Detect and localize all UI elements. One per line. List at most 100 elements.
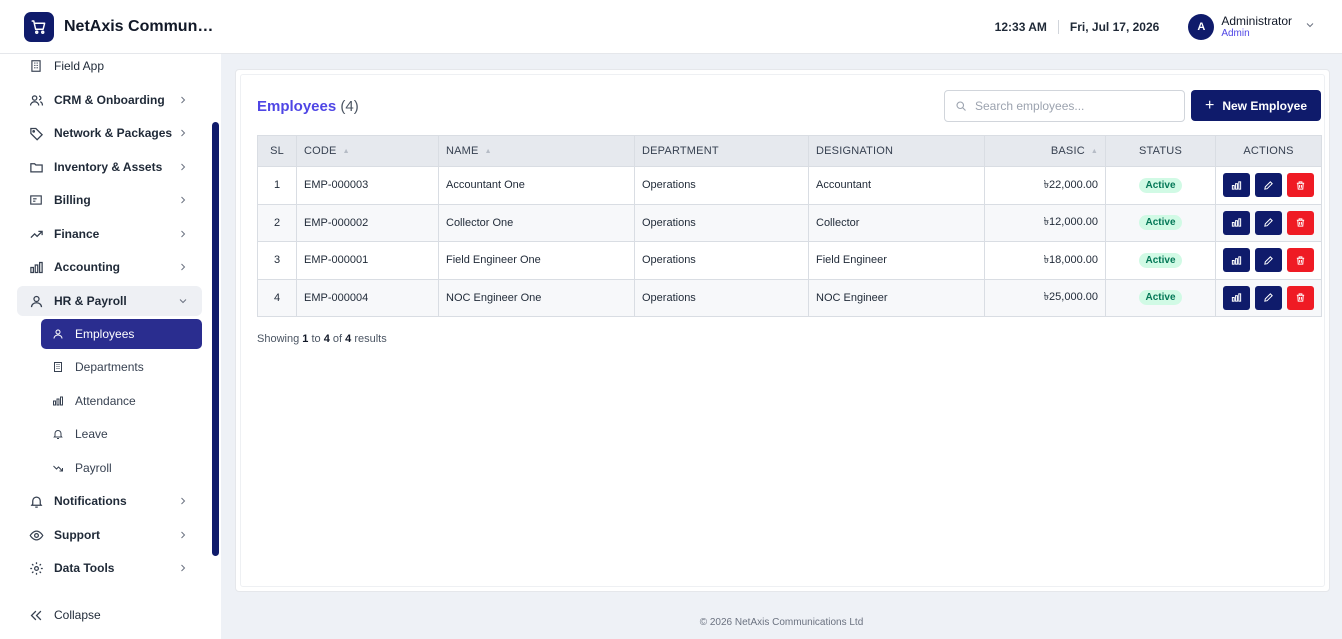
trash-icon [1296, 218, 1305, 227]
sidebar-item-field-app[interactable]: Field App [17, 51, 202, 81]
cell-designation: NOC Engineer [808, 278, 985, 317]
bar-chart-icon [27, 260, 45, 275]
sidebar-item-accounting[interactable]: Accounting [17, 252, 202, 282]
cell-basic: ৳22,000.00 [984, 166, 1106, 205]
col-header-name[interactable]: NAME ▲ [438, 135, 635, 167]
trash-icon [1296, 181, 1305, 190]
status-badge: Active [1139, 252, 1182, 268]
sidebar-subitem-departments[interactable]: Departments [41, 352, 202, 382]
chevron-right-icon [176, 261, 190, 273]
pencil-icon [1264, 293, 1273, 303]
edit-button[interactable] [1255, 248, 1282, 273]
eye-icon [27, 528, 45, 543]
sidebar-item-label: Field App [54, 59, 105, 73]
view-stats-button[interactable] [1223, 248, 1250, 273]
collapse-label: Collapse [54, 608, 101, 622]
sidebar-scrollbar[interactable] [212, 122, 219, 556]
sidebar-subitem-leave[interactable]: Leave [41, 419, 202, 449]
building-icon [51, 361, 65, 373]
building-icon [27, 59, 45, 73]
user-menu[interactable]: Administrator Admin [1221, 13, 1292, 39]
new-employee-button[interactable]: + New Employee [1191, 90, 1321, 121]
sidebar-subitem-attendance[interactable]: Attendance [41, 386, 202, 416]
cell-department: Operations [634, 203, 809, 242]
header-time: 12:33 AM [995, 20, 1059, 34]
cell-basic: ৳25,000.00 [984, 278, 1106, 317]
showing-suffix: results [354, 333, 387, 345]
sidebar-subitem-employees[interactable]: Employees [41, 319, 202, 349]
gear-icon [27, 561, 45, 576]
delete-button[interactable] [1287, 248, 1314, 273]
user-name: Administrator [1221, 13, 1292, 28]
search-box[interactable] [944, 90, 1185, 122]
brand-name: NetAxis Communications [64, 18, 214, 35]
col-header-designation: DESIGNATION [808, 135, 985, 167]
brand[interactable]: NetAxis Communications [24, 12, 214, 42]
cart-icon [24, 12, 54, 42]
cell-actions [1215, 241, 1322, 280]
table-row: 1 EMP-000003 Accountant One Operations A… [257, 166, 1322, 205]
plus-icon: + [1204, 96, 1215, 114]
chevron-down-icon[interactable] [1304, 18, 1316, 36]
page-footer: © 2026 NetAxis Communications Ltd [699, 617, 864, 628]
invoice-icon [27, 193, 45, 207]
sidebar-item-notifications[interactable]: Notifications [17, 486, 202, 516]
sidebar-subitem-payroll[interactable]: Payroll [41, 453, 202, 483]
pencil-icon [1264, 180, 1273, 190]
edit-button[interactable] [1255, 210, 1282, 235]
col-header-name-label: NAME [446, 145, 479, 157]
bell-icon [27, 494, 45, 509]
sidebar-item-hr-payroll[interactable]: HR & Payroll [17, 286, 202, 316]
pencil-icon [1264, 218, 1273, 228]
sidebar-item-label: Inventory & Assets [54, 160, 163, 174]
sidebar: Field App CRM & Onboarding Network & Pac… [0, 54, 221, 639]
cell-code: EMP-000002 [296, 203, 439, 242]
col-header-code[interactable]: CODE ▲ [296, 135, 439, 167]
view-stats-button[interactable] [1223, 173, 1250, 198]
delete-button[interactable] [1287, 210, 1314, 235]
cell-department: Operations [634, 241, 809, 280]
chevron-right-icon [176, 562, 190, 574]
cell-name: NOC Engineer One [438, 278, 635, 317]
tag-icon [27, 126, 45, 141]
page-title-text: Employees [257, 98, 337, 115]
cell-designation: Field Engineer [808, 241, 985, 280]
top-header: NetAxis Communications 12:33 AM Fri, Jul… [0, 0, 1342, 54]
cell-department: Operations [634, 278, 809, 317]
delete-button[interactable] [1287, 285, 1314, 310]
col-header-basic[interactable]: BASIC ▲ [984, 135, 1106, 167]
sidebar-item-crm[interactable]: CRM & Onboarding [17, 85, 202, 115]
cell-status: Active [1105, 278, 1216, 317]
col-header-department: DEPARTMENT [634, 135, 809, 167]
sidebar-item-data-tools[interactable]: Data Tools [17, 553, 202, 583]
edit-button[interactable] [1255, 173, 1282, 198]
col-header-code-label: CODE [304, 145, 337, 157]
delete-button[interactable] [1287, 173, 1314, 198]
double-chevron-left-icon [27, 608, 45, 623]
sidebar-item-network[interactable]: Network & Packages [17, 118, 202, 148]
cell-basic: ৳12,000.00 [984, 203, 1106, 242]
collapse-sidebar-button[interactable]: Collapse [17, 600, 101, 630]
showing-to-word: to [311, 333, 321, 345]
search-input[interactable] [975, 99, 1175, 113]
folder-icon [27, 160, 45, 175]
sort-asc-icon: ▲ [484, 147, 492, 155]
table-header-row: SL CODE ▲ NAME ▲ DEPARTMENT DESIGNATION BA… [257, 135, 1322, 167]
status-badge: Active [1139, 177, 1182, 193]
sidebar-item-support[interactable]: Support [17, 520, 202, 550]
sidebar-item-finance[interactable]: Finance [17, 219, 202, 249]
sidebar-item-label: Network & Packages [54, 126, 173, 140]
view-stats-button[interactable] [1223, 210, 1250, 235]
view-stats-button[interactable] [1223, 285, 1250, 310]
sidebar-item-label: CRM & Onboarding [54, 93, 165, 107]
cell-sl: 4 [257, 278, 297, 317]
showing-from: 1 [302, 333, 309, 345]
bar-chart-icon [51, 395, 65, 407]
showing-total: 4 [345, 333, 352, 345]
avatar[interactable]: A [1188, 14, 1215, 40]
person-icon [51, 328, 65, 340]
edit-button[interactable] [1255, 285, 1282, 310]
sidebar-item-billing[interactable]: Billing [17, 185, 202, 215]
sidebar-item-inventory[interactable]: Inventory & Assets [17, 152, 202, 182]
new-employee-label: New Employee [1222, 98, 1308, 113]
